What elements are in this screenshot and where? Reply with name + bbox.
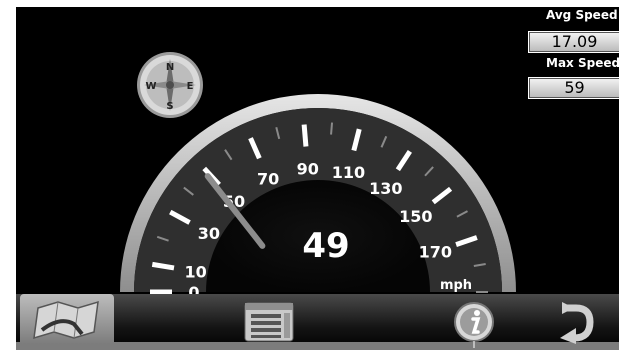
speedometer-screen: 0 10 30 50 70 90 110 130 150 170 mph 49 N S W E A… (16, 7, 619, 350)
gauge-tick-label: 70 (257, 169, 279, 188)
current-speed-readout: 49 (302, 226, 349, 266)
gauge-tick-label: 150 (399, 207, 432, 226)
compass-south: S (166, 101, 173, 112)
gauge-tick-label: 110 (332, 163, 365, 182)
max-speed-label: Max Speed (546, 56, 619, 70)
gauge-tick-label: 30 (198, 224, 220, 243)
info-icon (454, 302, 494, 348)
gauge-major-tick (301, 124, 309, 147)
list-menu-icon (244, 302, 294, 342)
compass-east: E (187, 81, 194, 92)
gauge-unit-label: mph (440, 278, 472, 293)
gauge-tick-label: 130 (369, 179, 402, 198)
max-speed-value: 59 (528, 77, 619, 99)
map-button[interactable] (20, 294, 114, 344)
gauge-tick-label: 170 (419, 243, 452, 262)
back-button[interactable] (552, 300, 600, 344)
compass-north: N (166, 62, 174, 73)
compass-west: W (145, 81, 156, 92)
gauge-tick-label: 90 (297, 159, 319, 178)
return-arrow-icon (560, 302, 594, 344)
avg-speed-label: Avg Speed (546, 8, 618, 22)
info-button[interactable] (452, 300, 500, 348)
menu-button[interactable] (242, 300, 298, 344)
compass-icon: N S W E (137, 52, 203, 118)
avg-speed-value: 17.09 (528, 31, 619, 53)
gauge-minor-tick (330, 122, 334, 135)
gauge-tick-label: 10 (185, 263, 207, 282)
map-icon (33, 300, 99, 340)
bottom-toolbar (16, 294, 619, 350)
